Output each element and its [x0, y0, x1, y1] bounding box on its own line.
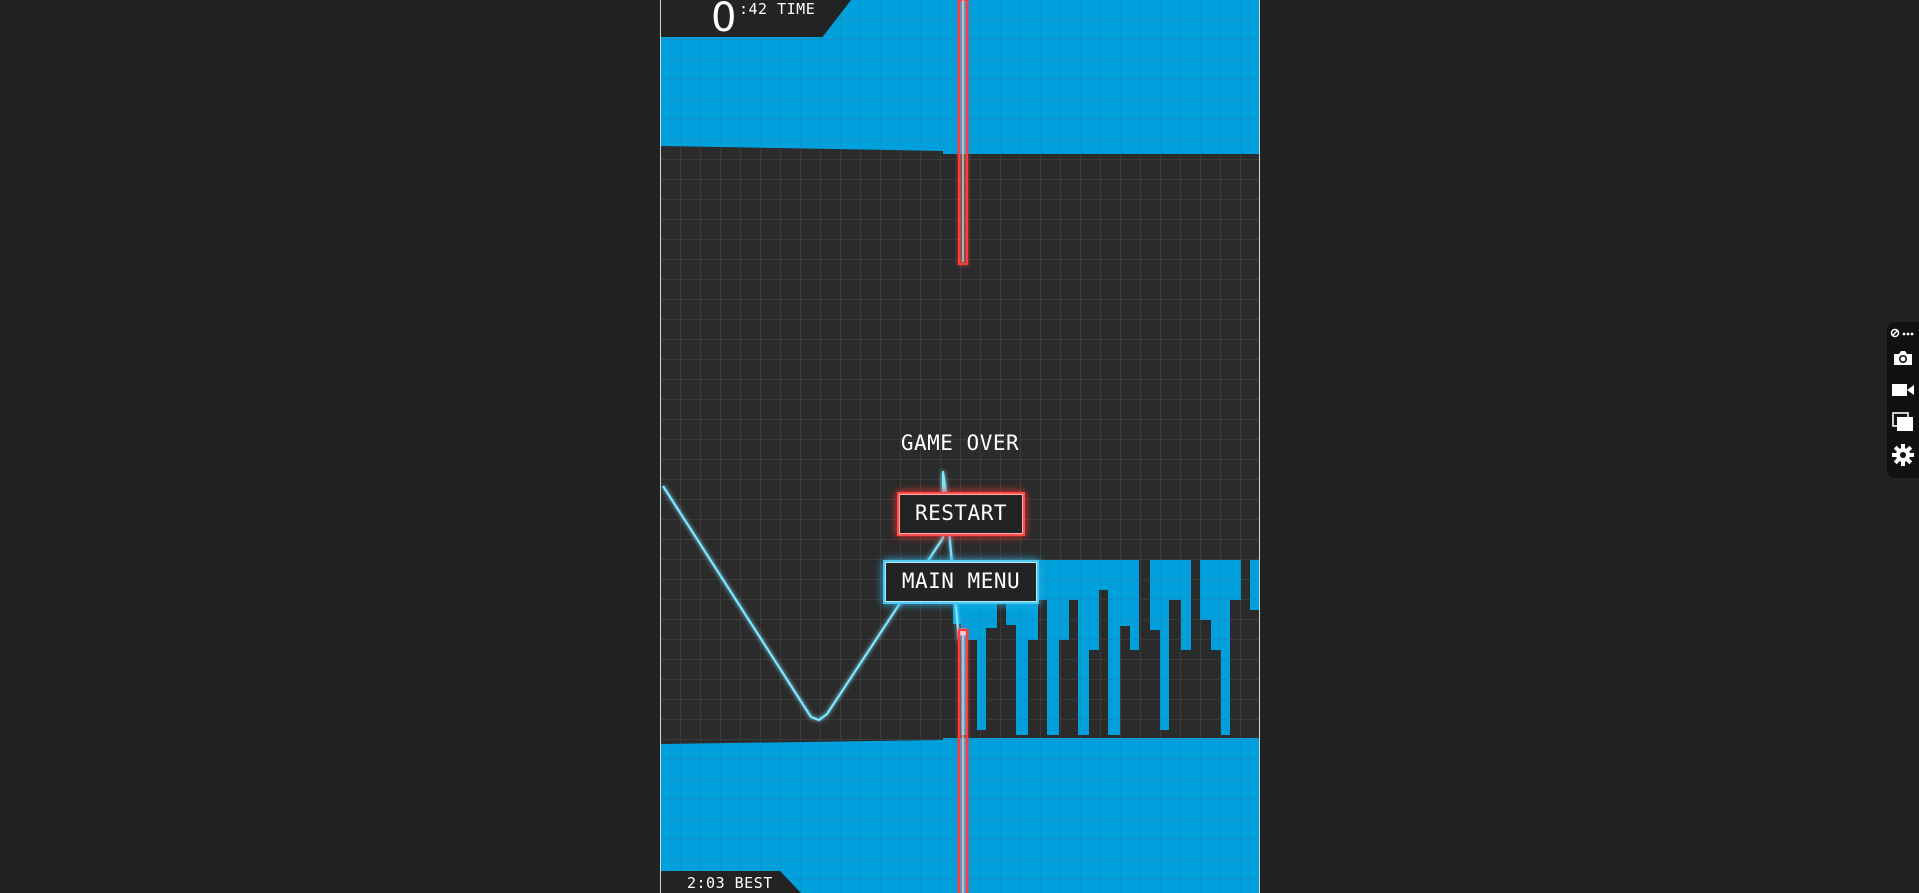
windows-icon[interactable]	[1887, 408, 1919, 436]
bottom-spike	[1150, 630, 1160, 738]
restart-button[interactable]: RESTART	[897, 492, 1025, 536]
bottom-spike	[1028, 640, 1038, 738]
bottom-spike	[997, 600, 1006, 738]
bottom-spike	[1120, 626, 1130, 738]
bottom-spike	[1169, 600, 1181, 738]
bottom-spike	[1089, 650, 1099, 738]
top-spike	[967, 154, 977, 348]
game-over-title: GAME OVER	[900, 431, 1020, 455]
bottom-spike	[986, 628, 997, 738]
bottom-spike	[1211, 650, 1221, 738]
bottom-spike	[1241, 560, 1250, 738]
main-menu-button[interactable]: MAIN MENU	[883, 560, 1039, 604]
camera-icon[interactable]	[1887, 344, 1919, 372]
time-label: :42 TIME	[739, 0, 816, 18]
bottom-spike	[1181, 650, 1191, 738]
time-display: 0 :42 TIME	[661, 0, 851, 37]
bottom-spike	[967, 640, 977, 738]
best-time-display: 2:03 BEST	[661, 871, 801, 893]
link-more-icon[interactable]	[1887, 326, 1919, 340]
bottom-spike	[1078, 735, 1089, 738]
bottom-spike	[1108, 735, 1120, 738]
bottom-spike	[1139, 550, 1150, 738]
best-time-label: 2:03 BEST	[687, 874, 773, 892]
bottom-spike	[1099, 590, 1108, 738]
bottom-spike	[1160, 730, 1169, 738]
gear-icon[interactable]	[1887, 440, 1919, 470]
game-canvas[interactable]: 0 :42 TIME GAME OVER RESTART MAIN MENU 2…	[660, 0, 1260, 893]
bottom-spike	[1130, 650, 1139, 738]
bottom-spike	[1016, 735, 1028, 738]
bottom-spike	[1230, 600, 1241, 738]
bottom-spike	[1200, 620, 1211, 738]
bottom-spike	[1191, 560, 1200, 738]
bottom-spike	[1047, 735, 1059, 738]
side-toolbar	[1887, 322, 1919, 478]
bottom-spike	[1221, 735, 1230, 738]
bottom-spike	[1038, 600, 1047, 738]
bottom-spike	[1069, 600, 1078, 738]
bottom-spike	[1006, 625, 1016, 738]
video-camera-icon[interactable]	[1887, 376, 1919, 404]
bottom-spike	[977, 730, 986, 738]
page: 0 :42 TIME GAME OVER RESTART MAIN MENU 2…	[0, 0, 1919, 893]
time-seconds: 0	[711, 0, 737, 41]
bottom-spike	[1059, 640, 1069, 738]
bottom-spike	[1250, 610, 1259, 738]
